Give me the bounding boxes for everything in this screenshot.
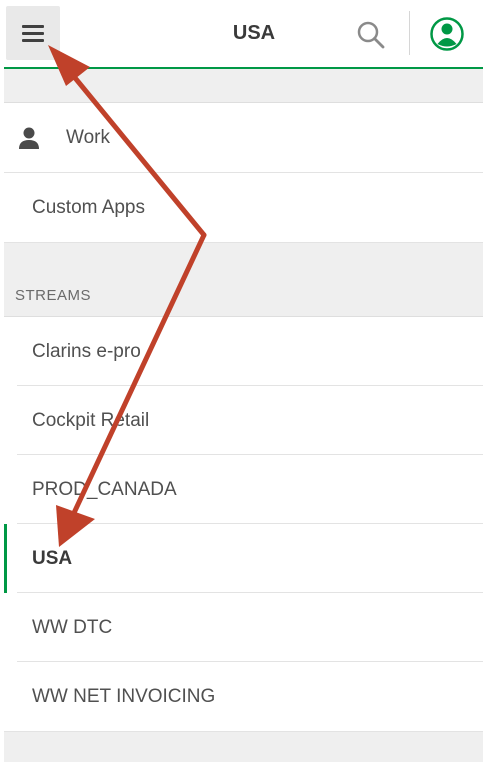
menu-item-label: Custom Apps <box>32 196 145 218</box>
top-bar: USA <box>4 0 483 69</box>
menu-button[interactable] <box>6 6 60 60</box>
profile-button[interactable] <box>429 16 465 52</box>
stream-label: PROD_CANADA <box>32 478 177 500</box>
stream-item[interactable]: Clarins e-pro <box>4 317 483 386</box>
stream-label: USA <box>32 547 73 569</box>
stream-label: WW DTC <box>32 616 113 638</box>
menu-top-spacer <box>4 69 483 103</box>
menu-item-custom-apps[interactable]: Custom Apps <box>4 173 483 243</box>
app-frame: USA Work Custom Apps STREAMS Clarins e-p… <box>4 0 483 762</box>
menu-item-work[interactable]: Work <box>4 103 483 173</box>
stream-label: Clarins e-pro <box>32 340 141 362</box>
search-button[interactable] <box>354 18 388 52</box>
menu-bottom-fill <box>4 732 483 762</box>
stream-label: WW NET INVOICING <box>32 685 216 707</box>
header-divider <box>409 11 410 55</box>
page-title: USA <box>232 22 276 44</box>
menu-item-label: Work <box>66 126 110 148</box>
stream-item[interactable]: WW DTC <box>4 593 483 662</box>
person-icon <box>19 127 39 149</box>
streams-section-header: STREAMS <box>4 243 483 317</box>
stream-item[interactable]: WW NET INVOICING <box>4 662 483 732</box>
navigation-menu: Work Custom Apps STREAMS Clarins e-pro C… <box>4 69 483 762</box>
stream-item[interactable]: PROD_CANADA <box>4 455 483 524</box>
stream-label: Cockpit Retail <box>32 409 150 431</box>
search-icon <box>357 21 385 49</box>
stream-item[interactable]: Cockpit Retail <box>4 386 483 455</box>
user-profile-icon <box>430 17 464 51</box>
section-title: STREAMS <box>15 287 92 304</box>
hamburger-menu-icon <box>22 25 44 42</box>
stream-item-active[interactable]: USA <box>4 524 483 593</box>
